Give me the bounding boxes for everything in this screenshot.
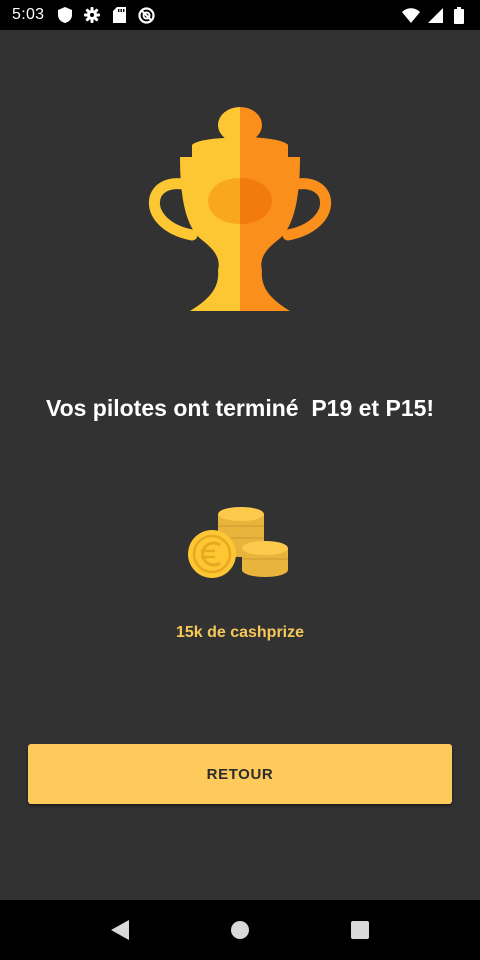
recents-icon[interactable] <box>345 915 375 945</box>
signal-icon <box>426 6 444 24</box>
home-icon[interactable] <box>225 915 255 945</box>
status-time: 5:03 <box>12 6 45 23</box>
result-screen: Vos pilotes ont terminé P19 et P15! 15k … <box>0 30 480 900</box>
status-icons-right <box>402 6 468 24</box>
system-nav-bar <box>0 900 480 960</box>
no-disturb-icon <box>137 6 155 24</box>
status-icons-left <box>56 6 155 24</box>
wifi-icon <box>402 6 420 24</box>
sd-card-icon <box>110 6 128 24</box>
back-icon[interactable] <box>105 915 135 945</box>
result-message: Vos pilotes ont terminé P19 et P15! <box>45 395 435 421</box>
return-button-label: RETOUR <box>206 765 274 783</box>
euro-coins-icon <box>186 506 292 582</box>
return-button[interactable]: RETOUR <box>28 744 452 804</box>
status-bar: 5:03 <box>0 0 480 30</box>
shield-icon <box>56 6 74 24</box>
trophy-icon <box>140 105 340 315</box>
battery-icon <box>450 6 468 24</box>
cashprize-text: 15k de cashprize <box>175 624 305 641</box>
gear-icon <box>83 6 101 24</box>
